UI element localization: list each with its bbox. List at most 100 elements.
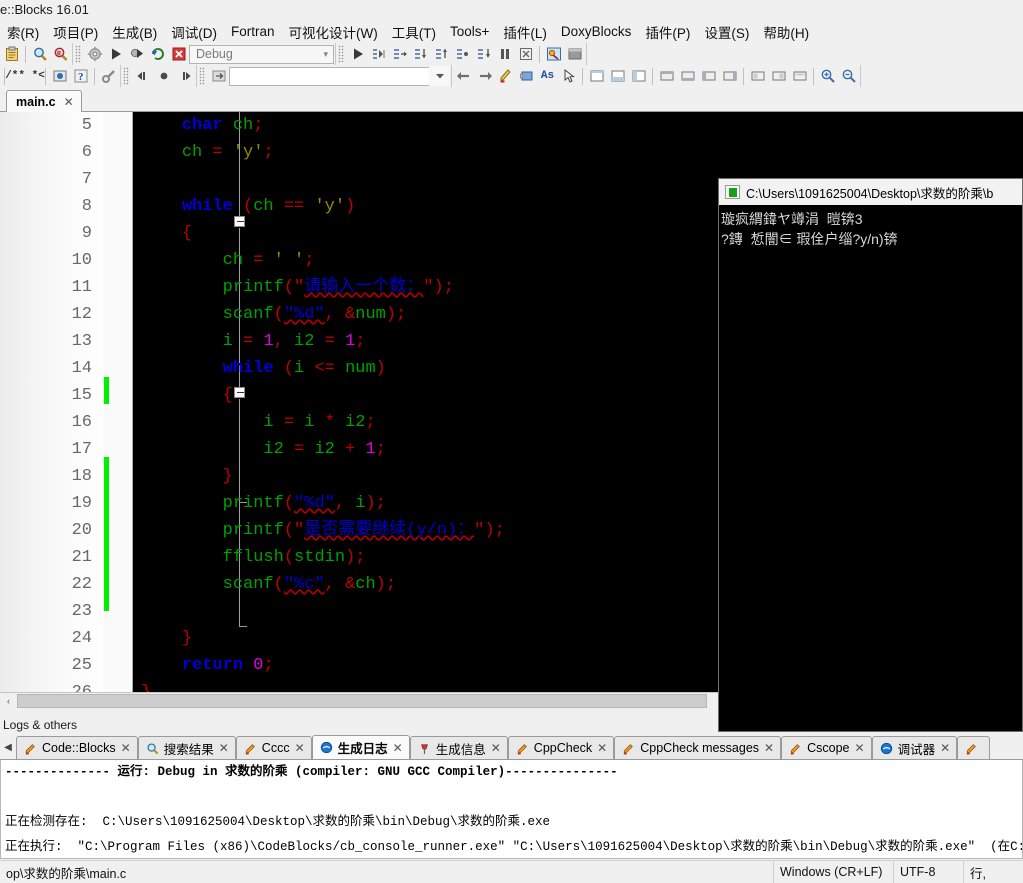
console-titlebar[interactable]: C:\Users\1091625004\Desktop\求数的阶乘\b	[719, 179, 1022, 205]
log-tab--[interactable]: 生成信息 ✕	[409, 736, 508, 759]
code-token: )	[345, 548, 356, 567]
log-tab--[interactable]: 生成日志 ✕	[311, 735, 410, 759]
doxyblocks-run-icon[interactable]	[49, 66, 70, 86]
debug-stop-icon[interactable]	[515, 44, 536, 64]
layout3-icon[interactable]	[628, 66, 649, 86]
debug-step-into-icon[interactable]	[410, 44, 431, 64]
panel4-icon[interactable]	[719, 66, 740, 86]
build-and-run-icon[interactable]	[126, 44, 147, 64]
toggle-bookmark-icon[interactable]	[153, 66, 174, 86]
log-tab--[interactable]: 调试器 ✕	[871, 736, 958, 759]
search-replace-icon[interactable]: R	[50, 44, 71, 64]
goto-declaration-icon[interactable]	[208, 66, 229, 86]
selection-icon[interactable]	[558, 66, 579, 86]
log-tab-code-blocks[interactable]: Code::Blocks ✕	[16, 736, 138, 759]
prev-bookmark-icon[interactable]	[132, 66, 153, 86]
editor-tab-main-c[interactable]: main.c ✕	[6, 90, 82, 112]
log-tab-more[interactable]	[957, 736, 991, 759]
debug-step-into-instruction-icon[interactable]	[473, 44, 494, 64]
zoom-in-icon[interactable]	[817, 66, 838, 86]
frame3-icon[interactable]	[789, 66, 810, 86]
debug-run-to-cursor-icon[interactable]	[368, 44, 389, 64]
log-tab-cppcheck[interactable]: CppCheck ✕	[507, 736, 615, 759]
close-icon[interactable]: ✕	[940, 741, 950, 755]
close-icon[interactable]: ✕	[491, 741, 501, 755]
toolbar-grip-search[interactable]	[199, 67, 205, 85]
editor-tabstrip: main.c ✕	[0, 88, 1023, 112]
doxyblocks-help-icon[interactable]: ?	[70, 66, 91, 86]
doxyblocks-config-icon[interactable]	[98, 66, 119, 86]
search-input[interactable]	[229, 66, 449, 86]
log-tab--[interactable]: 搜索结果 ✕	[137, 736, 236, 759]
code-token: i2	[314, 440, 335, 459]
run-icon[interactable]	[105, 44, 126, 64]
debug-window-icon[interactable]	[564, 44, 585, 64]
code-line[interactable]: ch = 'y';	[133, 139, 1023, 166]
menu-help[interactable]: 帮助(H)	[756, 20, 816, 43]
layout1-icon[interactable]	[586, 66, 607, 86]
panel1-icon[interactable]	[656, 66, 677, 86]
zoom-out-icon[interactable]	[838, 66, 859, 86]
log-tab-cscope[interactable]: Cscope ✕	[781, 736, 872, 759]
menu-search[interactable]: 索(R)	[0, 20, 46, 43]
debug-next-instruction-icon[interactable]	[452, 44, 473, 64]
clipboard-paste-icon[interactable]	[1, 44, 22, 64]
debug-break-icon[interactable]	[494, 44, 515, 64]
build-target-combo[interactable]: Debug ▾	[189, 44, 334, 64]
abbrev-icon[interactable]: As	[537, 66, 558, 86]
menu-project[interactable]: 项目(P)	[46, 20, 105, 43]
code-line[interactable]: char ch;	[133, 112, 1023, 139]
toolbar-grip-bookmarks[interactable]	[123, 67, 129, 85]
menu-tools[interactable]: 工具(T)	[385, 20, 443, 43]
close-icon[interactable]: ✕	[295, 741, 305, 755]
layout2-icon[interactable]	[607, 66, 628, 86]
frame1-icon[interactable]	[747, 66, 768, 86]
debug-next-line-icon[interactable]	[389, 44, 410, 64]
highlight-icon[interactable]	[495, 66, 516, 86]
block-icon[interactable]	[516, 66, 537, 86]
toolbar-grip-debug[interactable]	[338, 45, 344, 63]
log-tab-cccc[interactable]: Cccc ✕	[235, 736, 312, 759]
panel3-icon[interactable]	[698, 66, 719, 86]
menu-tools-plus[interactable]: Tools+	[443, 22, 496, 41]
abort-icon[interactable]	[168, 44, 189, 64]
hscroll-thumb[interactable]	[17, 694, 707, 708]
doxyblocks-comment-icon[interactable]: /** *<	[5, 66, 45, 86]
debug-info-icon[interactable]	[543, 44, 564, 64]
close-icon[interactable]: ✕	[597, 741, 607, 755]
debug-step-out-icon[interactable]	[431, 44, 452, 64]
frame2-icon[interactable]	[768, 66, 789, 86]
menu-debug[interactable]: 调试(D)	[164, 20, 224, 43]
close-icon[interactable]: ✕	[764, 741, 774, 755]
menu-wxsmith[interactable]: 可视化设计(W)	[282, 20, 385, 43]
log-tab-cppcheck-messages[interactable]: CppCheck messages ✕	[614, 736, 782, 759]
build-log-output[interactable]: -------------- 运行: Debug in 求数的阶乘 (compi…	[0, 760, 1023, 859]
menu-doxyblocks[interactable]: DoxyBlocks	[554, 22, 639, 41]
menu-plugins-l[interactable]: 插件(L)	[496, 20, 554, 43]
menu-build[interactable]: 生成(B)	[105, 20, 164, 43]
rebuild-icon[interactable]	[147, 44, 168, 64]
scroll-left-icon[interactable]: ‹	[0, 693, 17, 709]
tabs-scroll-left-icon[interactable]: ◀	[0, 735, 16, 759]
console-window[interactable]: C:\Users\1091625004\Desktop\求数的阶乘\b 璇疯緭鍏…	[718, 178, 1023, 732]
search-dropdown-icon[interactable]	[429, 66, 450, 86]
menu-plugins-p[interactable]: 插件(P)	[638, 20, 697, 43]
menu-settings[interactable]: 设置(S)	[697, 20, 756, 43]
editor-fold-margin[interactable]	[115, 112, 247, 692]
toolbar-grip[interactable]	[75, 45, 81, 63]
close-icon[interactable]: ✕	[64, 95, 74, 109]
debug-continue-icon[interactable]	[347, 44, 368, 64]
gear-build-icon[interactable]	[84, 44, 105, 64]
close-icon[interactable]: ✕	[219, 741, 229, 755]
close-icon[interactable]: ✕	[393, 741, 403, 755]
forward-icon[interactable]	[474, 66, 495, 86]
panel2-icon[interactable]	[677, 66, 698, 86]
close-icon[interactable]: ✕	[121, 741, 131, 755]
next-bookmark-icon[interactable]	[174, 66, 195, 86]
close-icon[interactable]: ✕	[855, 741, 865, 755]
back-icon[interactable]	[453, 66, 474, 86]
search-icon[interactable]	[29, 44, 50, 64]
menu-fortran[interactable]: Fortran	[224, 22, 282, 41]
